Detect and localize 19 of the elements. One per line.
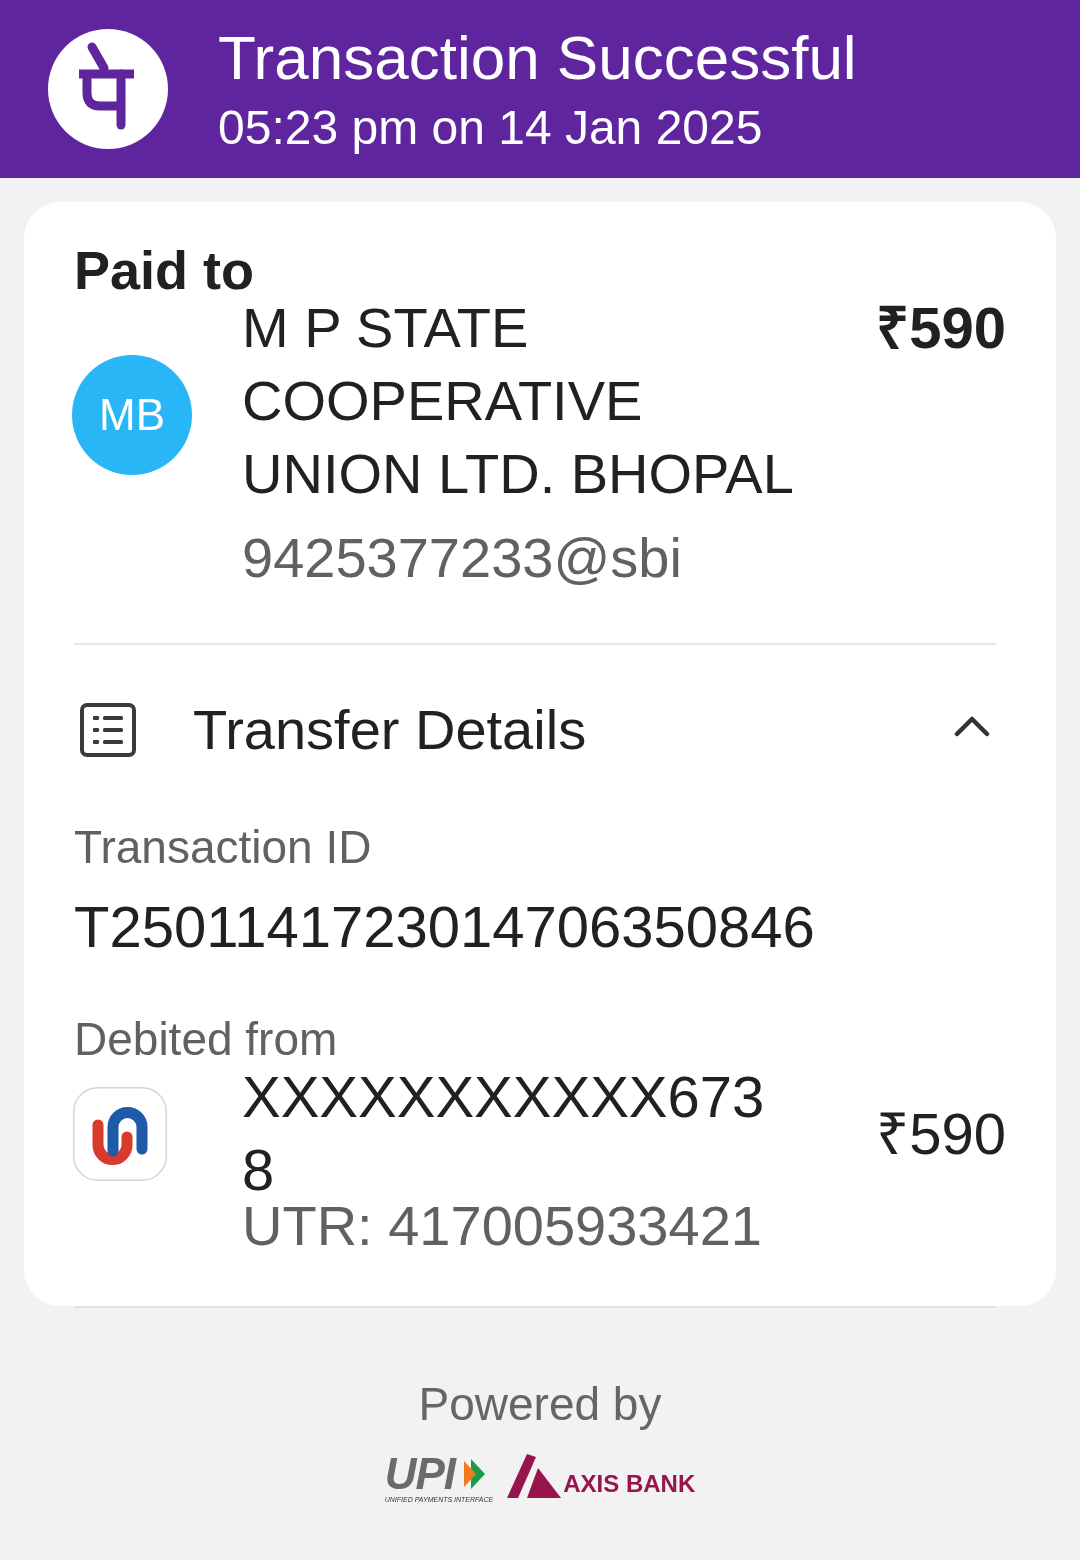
logo-mark-icon [507,1454,562,1498]
list-icon [80,703,136,757]
logo-text: UPI [384,1454,457,1494]
section-label: Paid to [74,243,255,297]
payee-name: M P STATE COOPERATIVE UNION LTD. BHOPAL [242,295,795,507]
field-value: T2501141723014706350846 [74,893,816,961]
arrow-mark-icon [464,1459,486,1489]
field-label: Transaction ID [74,820,373,875]
status-title: Transaction Successful [218,22,857,93]
avatar: MB [72,355,192,475]
timestamp: 05:23 pm on 14 Jan 2025 [218,99,764,156]
amount: ₹590 [876,294,1006,362]
section-title: Transfer Details [193,697,587,763]
powered-by-text: Powered by [417,1377,663,1432]
logo-icon [48,29,168,149]
upi-id: 9425377233@sbi [242,525,683,591]
logo-text: AXIS BANK [563,1470,696,1498]
bank-logo-icon [73,1087,167,1181]
amount: ₹590 [876,1100,1006,1168]
